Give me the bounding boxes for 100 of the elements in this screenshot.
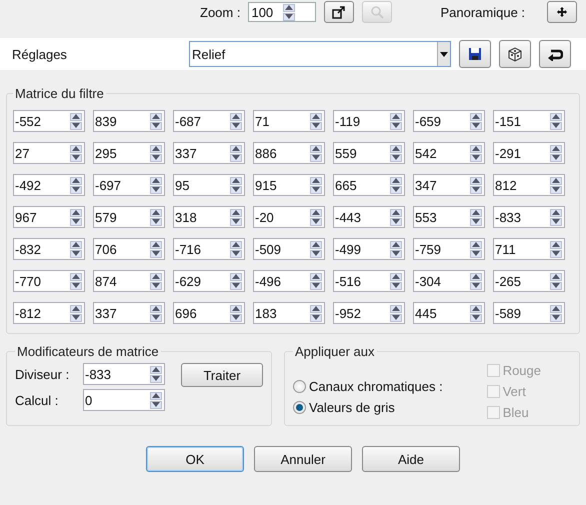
matrix-value-field[interactable]: 347 — [413, 174, 485, 196]
spinner-arrows-icon[interactable] — [150, 366, 162, 382]
spinner-arrows-icon[interactable] — [470, 176, 482, 194]
spinner-arrows-icon[interactable] — [150, 240, 162, 258]
spinner-arrows-icon[interactable] — [470, 304, 482, 322]
matrix-value-field[interactable]: -304 — [413, 270, 485, 292]
reset-button[interactable] — [539, 40, 571, 68]
matrix-value-field[interactable]: -443 — [333, 206, 405, 228]
spinner-arrows-icon[interactable] — [390, 176, 402, 194]
matrix-value-field[interactable]: 874 — [93, 270, 165, 292]
spinner-arrows-icon[interactable] — [230, 208, 242, 226]
spinner-arrows-icon[interactable] — [70, 176, 82, 194]
matrix-value-field[interactable]: -265 — [493, 270, 565, 292]
matrix-value-field[interactable]: -687 — [173, 110, 245, 132]
spinner-arrows-icon[interactable] — [390, 304, 402, 322]
spinner-arrows-icon[interactable] — [310, 112, 322, 130]
pan-button[interactable] — [547, 1, 578, 23]
matrix-value-field[interactable]: 542 — [413, 142, 485, 164]
matrix-value-field[interactable]: 915 — [253, 174, 325, 196]
matrix-value-field[interactable]: -291 — [493, 142, 565, 164]
spinner-arrows-icon[interactable] — [470, 144, 482, 162]
matrix-value-field[interactable]: 183 — [253, 302, 325, 324]
spinner-arrows-icon[interactable] — [390, 112, 402, 130]
matrix-value-field[interactable]: -770 — [13, 270, 85, 292]
spinner-arrows-icon[interactable] — [550, 208, 562, 226]
matrix-value-field[interactable]: 95 — [173, 174, 245, 196]
dialog-button[interactable]: OK — [146, 446, 244, 472]
matrix-value-field[interactable]: 337 — [93, 302, 165, 324]
spinner-arrows-icon[interactable] — [390, 144, 402, 162]
matrix-value-field[interactable]: 337 — [173, 142, 245, 164]
matrix-value-field[interactable]: 706 — [93, 238, 165, 260]
dialog-button[interactable]: Annuler — [254, 446, 352, 472]
matrix-value-field[interactable]: -716 — [173, 238, 245, 260]
matrix-value-field[interactable]: 318 — [173, 206, 245, 228]
matrix-value-field[interactable]: -492 — [13, 174, 85, 196]
dialog-button[interactable]: Aide — [362, 446, 460, 472]
spinner-arrows-icon[interactable] — [70, 208, 82, 226]
matrix-value-field[interactable]: 553 — [413, 206, 485, 228]
spinner-arrows-icon[interactable] — [550, 176, 562, 194]
fit-window-button[interactable] — [324, 1, 354, 23]
spinner-arrows-icon[interactable] — [150, 392, 162, 408]
spinner-arrows-icon[interactable] — [70, 112, 82, 130]
value-field[interactable]: 0 — [83, 389, 165, 411]
spinner-arrows-icon[interactable] — [390, 240, 402, 258]
matrix-value-field[interactable]: -589 — [493, 302, 565, 324]
spinner-arrows-icon[interactable] — [150, 144, 162, 162]
spinner-arrows-icon[interactable] — [70, 304, 82, 322]
spinner-arrows-icon[interactable] — [310, 144, 322, 162]
matrix-value-field[interactable]: -20 — [253, 206, 325, 228]
matrix-value-field[interactable]: -552 — [13, 110, 85, 132]
process-button[interactable]: Traiter — [181, 363, 263, 387]
spinner-arrows-icon[interactable] — [310, 176, 322, 194]
matrix-value-field[interactable]: -833 — [493, 206, 565, 228]
spinner-arrows-icon[interactable] — [70, 144, 82, 162]
matrix-value-field[interactable]: -812 — [13, 302, 85, 324]
spinner-arrows-icon[interactable] — [230, 272, 242, 290]
spinner-arrows-icon[interactable] — [150, 112, 162, 130]
matrix-value-field[interactable]: 812 — [493, 174, 565, 196]
spinner-arrows-icon[interactable] — [470, 240, 482, 258]
spinner-arrows-icon[interactable] — [550, 144, 562, 162]
matrix-value-field[interactable]: -509 — [253, 238, 325, 260]
spinner-arrows-icon[interactable] — [230, 304, 242, 322]
channel-radio[interactable]: Canaux chromatiques : — [293, 379, 443, 394]
spinner-arrows-icon[interactable] — [150, 208, 162, 226]
spinner-arrows-icon[interactable] — [283, 4, 296, 20]
spinner-arrows-icon[interactable] — [150, 304, 162, 322]
matrix-value-field[interactable]: -496 — [253, 270, 325, 292]
spinner-arrows-icon[interactable] — [470, 112, 482, 130]
matrix-value-field[interactable]: 696 — [173, 302, 245, 324]
matrix-value-field[interactable]: -759 — [413, 238, 485, 260]
matrix-value-field[interactable]: 886 — [253, 142, 325, 164]
matrix-value-field[interactable]: -151 — [493, 110, 565, 132]
matrix-value-field[interactable]: -516 — [333, 270, 405, 292]
matrix-value-field[interactable]: 445 — [413, 302, 485, 324]
spinner-arrows-icon[interactable] — [230, 144, 242, 162]
spinner-arrows-icon[interactable] — [550, 112, 562, 130]
matrix-value-field[interactable]: 711 — [493, 238, 565, 260]
preset-dropdown[interactable]: Relief — [189, 41, 451, 67]
matrix-value-field[interactable]: 71 — [253, 110, 325, 132]
matrix-value-field[interactable]: -832 — [13, 238, 85, 260]
spinner-arrows-icon[interactable] — [470, 208, 482, 226]
matrix-value-field[interactable]: 665 — [333, 174, 405, 196]
matrix-value-field[interactable]: 27 — [13, 142, 85, 164]
spinner-arrows-icon[interactable] — [230, 240, 242, 258]
zoom-field[interactable]: 100 — [248, 2, 316, 22]
matrix-value-field[interactable]: 295 — [93, 142, 165, 164]
matrix-value-field[interactable]: 579 — [93, 206, 165, 228]
matrix-value-field[interactable]: -629 — [173, 270, 245, 292]
spinner-arrows-icon[interactable] — [550, 272, 562, 290]
spinner-arrows-icon[interactable] — [150, 176, 162, 194]
spinner-arrows-icon[interactable] — [150, 272, 162, 290]
spinner-arrows-icon[interactable] — [230, 112, 242, 130]
channel-radio[interactable]: Valeurs de gris — [293, 400, 443, 415]
spinner-arrows-icon[interactable] — [310, 272, 322, 290]
matrix-value-field[interactable]: -119 — [333, 110, 405, 132]
matrix-value-field[interactable]: 559 — [333, 142, 405, 164]
matrix-value-field[interactable]: -952 — [333, 302, 405, 324]
matrix-value-field[interactable]: -697 — [93, 174, 165, 196]
save-button[interactable] — [459, 40, 491, 68]
value-field[interactable]: -833 — [83, 363, 165, 385]
